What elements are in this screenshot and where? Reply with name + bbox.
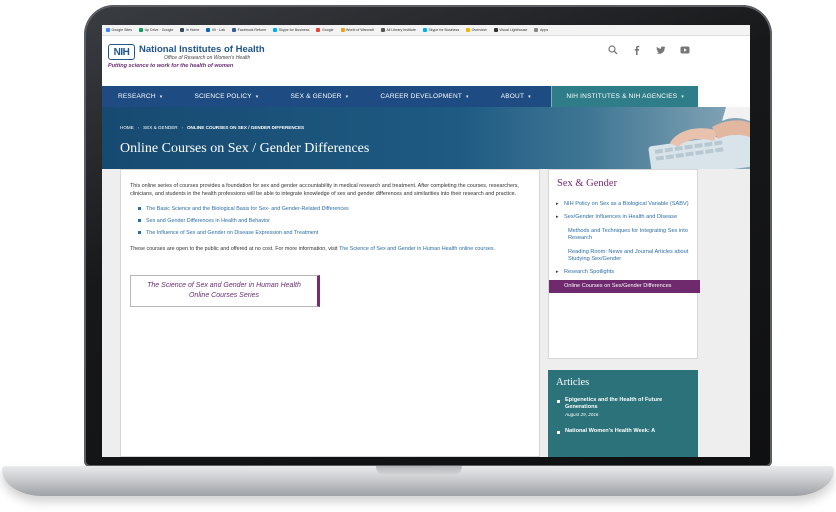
sidebar-item-research-spotlights[interactable]: ▸ Research Spotlights: [555, 266, 695, 279]
nav-sex-gender[interactable]: SEX & GENDER ▾: [275, 86, 365, 107]
bookmark-favicon-icon: [232, 28, 237, 32]
course-series-banner[interactable]: The Science of Sex and Gender in Human H…: [130, 275, 320, 308]
youtube-icon[interactable]: [680, 45, 690, 55]
bookmark-favicon-icon: [316, 28, 321, 32]
sidebar-item-reading-room[interactable]: Reading Room: News and Journal Articles …: [555, 246, 695, 267]
site-header: NIH National Institutes of Health Office…: [102, 36, 750, 86]
bookmark-favicon-icon: [422, 28, 427, 32]
chevron-down-icon: ▾: [345, 93, 349, 100]
bookmark[interactable]: Skype for Business: [273, 28, 309, 32]
main-content: This online series of courses provides a…: [120, 169, 540, 457]
bookmark-favicon-icon: [139, 28, 144, 32]
sidebar-item-influences[interactable]: ▸ Sex/Gender Influences in Health and Dis…: [555, 211, 695, 224]
chevron-down-icon: ▾: [466, 93, 469, 100]
course-link[interactable]: Sex and Gender Differences in Health and…: [138, 215, 530, 227]
chevron-right-icon: ▸: [556, 269, 559, 276]
laptop-notch: [376, 466, 462, 476]
sidebar-list: ▸ NIH Policy on Sex as a Biological Varia…: [549, 198, 700, 294]
breadcrumb-separator: ›: [181, 125, 183, 130]
tagline: Putting science to work for the health o…: [108, 63, 234, 69]
course-list: The Basic Science and the Biological Bas…: [130, 203, 530, 239]
bookmark[interactable]: Overview: [466, 28, 487, 32]
bookmark-favicon-icon: [466, 28, 471, 32]
intro-paragraph: This online series of courses provides a…: [130, 183, 519, 198]
sidebar-item-methods[interactable]: Methods and Techniques for Integrating S…: [555, 225, 695, 246]
bookmark[interactable]: Up Drive · Google: [139, 28, 173, 32]
search-icon[interactable]: [608, 45, 618, 55]
chevron-down-icon: ▾: [159, 93, 163, 100]
nav-science-policy[interactable]: SCIENCE POLICY ▾: [178, 86, 274, 107]
chevron-down-icon: ▾: [528, 93, 531, 100]
article-title: Epigenetics and the Health of Future Gen…: [565, 397, 663, 411]
nav-about[interactable]: ABOUT ▾: [485, 86, 547, 107]
open-note: These courses are open to the public and…: [130, 245, 496, 252]
articles-panel: Articles Epigenetics and the Health of F…: [548, 370, 698, 457]
article-item[interactable]: National Women's Health Week: A: [556, 428, 694, 435]
article-list: Epigenetics and the Health of Future Gen…: [556, 397, 694, 446]
bookmark-favicon-icon: [380, 28, 385, 32]
bookmark[interactable]: World of Warcraft: [340, 28, 374, 32]
sidebar-item-online-courses[interactable]: Online Courses on Sex/Gender Differences: [549, 279, 700, 294]
nih-logo[interactable]: NIH: [108, 44, 135, 60]
breadcrumb-separator: ›: [137, 125, 140, 130]
twitter-icon[interactable]: [656, 45, 666, 55]
chevron-down-icon: ▾: [681, 93, 684, 100]
apps-icon: [534, 28, 539, 32]
articles-title: Articles: [556, 377, 590, 388]
org-name[interactable]: National Institutes of Health: [139, 44, 265, 55]
bookmark-favicon-icon: [340, 28, 345, 32]
header-icons: [608, 45, 690, 55]
bookmark-favicon-icon: [106, 28, 110, 32]
online-courses-link[interactable]: The Science of Sex and Gender in Human H…: [339, 246, 495, 252]
main-nav: RESEARCH ▾ SCIENCE POLICY ▾ SEX & GENDER ▾ …: [102, 86, 698, 107]
breadcrumb-current: ONLINE COURSES ON SEX / GENDER DIFFERENC…: [186, 125, 305, 130]
bookmark[interactable]: Apps: [534, 28, 548, 32]
bookmark[interactable]: Visual Lighthouse: [493, 28, 527, 32]
bookmark[interactable]: Google: [316, 28, 334, 32]
article-item[interactable]: Epigenetics and the Health of Future Gen…: [556, 397, 694, 418]
series-subtitle: Online Courses Series: [188, 292, 260, 300]
bookmark[interactable]: Google Sites: [106, 28, 132, 32]
breadcrumb-home[interactable]: HOME: [120, 125, 134, 130]
bookmark[interactable]: All Library Institute: [380, 28, 416, 32]
bookmark[interactable]: Skype for Business: [422, 28, 459, 32]
bookmark-favicon-icon: [206, 28, 211, 32]
org-subtitle: Office of Research on Women's Health: [164, 55, 251, 61]
chevron-right-icon: ▸: [556, 201, 559, 207]
bookmark[interactable]: IIII · Lab: [206, 28, 225, 32]
chevron-down-icon: ▾: [255, 93, 259, 100]
bookmark-favicon-icon: [493, 28, 498, 32]
breadcrumb: HOME › SEX & GENDER › ONLINE COURSES ON …: [120, 125, 304, 130]
facebook-icon[interactable]: [632, 45, 642, 55]
article-title: National Women's Health Week: A: [565, 428, 656, 435]
keyboard-hands-image: [648, 107, 750, 169]
bookmark[interactable]: In Home: [180, 28, 199, 32]
chevron-right-icon: ▸: [556, 214, 559, 221]
course-link[interactable]: The Influence of Sex and Gender on Disea…: [138, 227, 530, 239]
bookmark[interactable]: Facebook Reform: [232, 28, 266, 32]
bookmark-favicon-icon: [273, 28, 278, 32]
sidebar: Sex & Gender ▸ NIH Policy on Sex as a Bio…: [548, 169, 700, 359]
article-date: August 29, 2016: [565, 411, 599, 417]
laptop-screen: Google Sites Up Drive · Google In Home I…: [102, 25, 750, 457]
sidebar-item-sabv-policy[interactable]: ▸ NIH Policy on Sex as a Biological Varia…: [555, 198, 695, 211]
page-title: Online Courses on Sex / Gender Differenc…: [120, 141, 370, 156]
nav-career-development[interactable]: CAREER DEVELOPMENT ▾: [364, 86, 484, 107]
bookmark-favicon-icon: [180, 28, 185, 32]
series-title: The Science of Sex and Gender in Human H…: [147, 282, 301, 290]
breadcrumb-sex-gender[interactable]: SEX & GENDER: [143, 125, 177, 130]
course-link[interactable]: The Basic Science and the Biological Bas…: [138, 203, 530, 215]
sidebar-title: Sex & Gender: [557, 178, 618, 189]
nav-research[interactable]: RESEARCH ▾: [102, 86, 178, 107]
hero-banner: HOME › SEX & GENDER › ONLINE COURSES ON …: [102, 107, 750, 169]
nav-nih-institutes[interactable]: NIH INSTITUTES & NIH AGENCIES ▾: [551, 86, 698, 107]
bookmarks-bar: Google Sites Up Drive · Google In Home I…: [102, 25, 750, 36]
